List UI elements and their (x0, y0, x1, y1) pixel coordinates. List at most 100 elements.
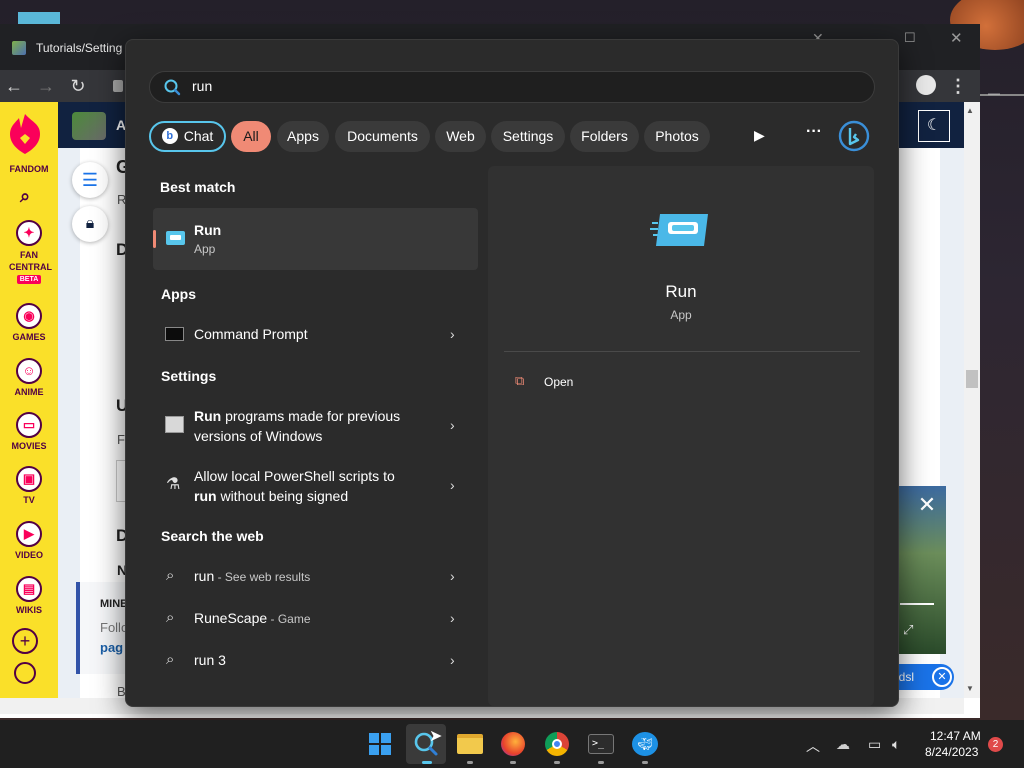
back-arrow-icon[interactable]: ← (2, 74, 26, 98)
maximize-icon[interactable]: ☐ (904, 30, 916, 46)
expand-icon[interactable]: ⤢ (903, 622, 913, 638)
follow-link[interactable]: pag (100, 640, 123, 655)
setting-result-line2: versions of Windows (194, 428, 323, 444)
fandom-nav-label: MOVIES (11, 441, 47, 451)
chevron-right-icon[interactable]: › (450, 417, 455, 433)
person-icon[interactable] (916, 75, 936, 95)
vertical-scrollbar[interactable] (964, 102, 980, 698)
forward-arrow-icon[interactable]: → (34, 74, 58, 98)
search-input[interactable] (149, 71, 875, 103)
volume-icon[interactable]: 🔈︎ (892, 736, 900, 753)
scroll-down-icon[interactable]: ▼ (966, 684, 974, 693)
setting-text: programs made for previous (221, 408, 401, 424)
clock-date[interactable]: 8/24/2023 (925, 745, 978, 759)
close-ad-icon[interactable]: ✕ (912, 490, 942, 520)
search-input-value[interactable]: run (192, 78, 212, 94)
chip-photos[interactable]: Photos (644, 121, 710, 152)
more-chips-play-icon[interactable]: ▶ (754, 127, 765, 144)
settings-heading: Settings (161, 368, 217, 384)
follow-box: MINE Follo pag (76, 582, 128, 674)
user-avatar-icon[interactable] (14, 662, 36, 684)
search-web-heading: Search the web (161, 528, 264, 544)
chip-label: Documents (347, 128, 418, 144)
search-icon: ⌕ (166, 609, 175, 626)
fandom-nav-label: TV (23, 495, 35, 505)
chevron-right-icon[interactable]: › (450, 652, 455, 668)
chip-documents[interactable]: Documents (335, 121, 430, 152)
chip-settings[interactable]: Settings (491, 121, 565, 152)
running-indicator (642, 761, 648, 764)
fandom-nav-tv[interactable]: ▣ TV (0, 466, 58, 505)
chip-web[interactable]: Web (435, 121, 486, 152)
fandom-nav-wikis[interactable]: ▤ WIKIS (0, 576, 58, 615)
chip-folders[interactable]: Folders (570, 121, 639, 152)
plus-icon[interactable]: + (12, 628, 38, 654)
open-action[interactable] (504, 368, 704, 396)
fandom-nav-anime[interactable]: ☺ ANIME (0, 358, 58, 397)
fandom-brand-label[interactable]: FANDOM (0, 164, 58, 174)
fandom-heart-logo[interactable] (8, 110, 42, 156)
fandom-nav-video[interactable]: ▶ VIDEO (0, 521, 58, 560)
onedrive-offline-icon[interactable]: ☁ (836, 736, 850, 753)
chevron-right-icon[interactable]: › (450, 326, 455, 342)
fandom-nav-label: ANIME (14, 387, 44, 397)
scrollbar-thumb[interactable] (966, 370, 978, 388)
follow-text: Follo (100, 620, 129, 635)
running-indicator (467, 761, 473, 764)
selection-accent (153, 230, 156, 248)
second-window-edge (980, 94, 1024, 96)
lock-icon[interactable]: 🔒︎ (72, 206, 108, 242)
fandom-nav-games[interactable]: ◉ GAMES (0, 303, 58, 342)
search-icon[interactable]: ⌕ (13, 184, 37, 208)
notification-badge[interactable]: 2 (988, 737, 1003, 752)
preview-title: Run (665, 282, 697, 301)
setting-bold-term: Run (194, 408, 222, 424)
minecraft-wiki-logo[interactable] (72, 112, 106, 140)
table-of-contents-icon[interactable]: ☰ (72, 162, 108, 198)
scroll-up-icon[interactable]: ▲ (966, 106, 974, 115)
chip-apps[interactable]: Apps (277, 121, 329, 152)
search-icon: ⌕ (166, 651, 175, 668)
chip-label: Apps (287, 128, 319, 144)
desktop-icon[interactable] (18, 12, 60, 24)
chip-chat[interactable]: b Chat (149, 121, 226, 152)
run-app-large-icon (650, 214, 708, 246)
close-window-icon[interactable]: ✕ (950, 29, 963, 47)
chevron-up-icon[interactable]: ︿ (806, 736, 820, 756)
follow-title: MINE (100, 598, 128, 610)
chrome-icon[interactable] (545, 732, 569, 756)
fandom-nav-label: GAMES (12, 332, 46, 342)
chevron-right-icon[interactable]: › (450, 568, 455, 584)
docker-icon[interactable]: 🐳︎ (632, 732, 658, 756)
book-icon: ▤ (16, 576, 42, 602)
chip-all[interactable]: All (231, 121, 271, 152)
mouse-cursor: ➤ (429, 728, 443, 745)
best-match-subtitle: App (194, 242, 216, 256)
setting-text: without being signed (216, 488, 349, 504)
network-icon[interactable]: ▭ (868, 736, 881, 753)
best-match-result-run[interactable] (153, 208, 478, 270)
bing-icon[interactable] (838, 120, 870, 152)
browser-tab-title[interactable]: Tutorials/Setting (36, 41, 122, 55)
reload-icon[interactable]: ↻ (66, 74, 90, 98)
dark-mode-moon-icon[interactable]: ☾ (918, 110, 950, 142)
terminal-icon[interactable]: >_ (588, 734, 614, 754)
rocket-icon: ✦ (16, 220, 42, 246)
fandom-nav-fan-central[interactable]: ✦ FAN CENTRAL BETA (0, 220, 58, 284)
article-letter: F (117, 432, 125, 447)
chevron-right-icon[interactable]: › (450, 610, 455, 626)
kebab-icon[interactable]: ⋮ (946, 74, 970, 98)
close-circle-icon[interactable]: ✕ (932, 667, 952, 687)
chevron-right-icon[interactable]: › (450, 477, 455, 493)
clock-time[interactable]: 12:47 AM (930, 729, 981, 743)
file-explorer-icon[interactable] (457, 734, 483, 754)
firefox-icon[interactable] (501, 732, 525, 756)
setting-bold-term: run (194, 488, 217, 504)
chip-label: Settings (502, 128, 554, 144)
fandom-nav-movies[interactable]: ▭ MOVIES (0, 412, 58, 451)
anime-face-icon: ☺ (16, 358, 42, 384)
chip-label: Folders (581, 128, 628, 144)
windows-start-icon[interactable] (368, 732, 392, 756)
minimize-icon[interactable]: — (988, 86, 1000, 100)
more-options-icon[interactable]: ··· (806, 123, 822, 141)
